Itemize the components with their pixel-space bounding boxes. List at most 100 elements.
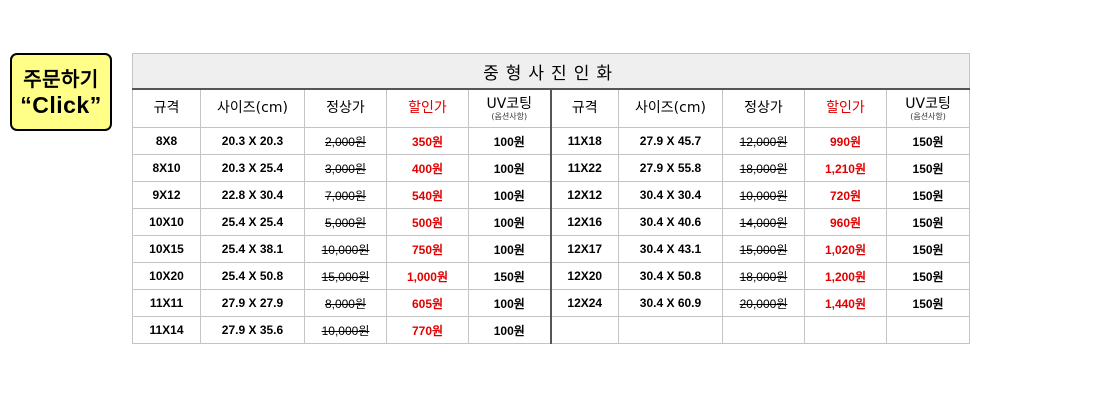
regular-price-cell: 14,000원 bbox=[722, 208, 805, 236]
sale-price-cell: 960원 bbox=[804, 208, 887, 236]
uv-price-cell: 100원 bbox=[468, 154, 552, 182]
empty-cell bbox=[722, 316, 805, 344]
spec-cell: 8X8 bbox=[132, 127, 201, 155]
spec-cell: 12X20 bbox=[550, 262, 619, 290]
uv-price-cell: 100원 bbox=[468, 316, 552, 344]
uv-price-cell: 150원 bbox=[885, 208, 971, 236]
table-row: 10X20 25.4 X 50.8 15,000원 1,000원 150원 12… bbox=[132, 262, 971, 290]
size-cell: 25.4 X 25.4 bbox=[200, 208, 305, 236]
empty-cell bbox=[550, 316, 619, 344]
uv-price-cell: 150원 bbox=[885, 262, 971, 290]
uv-price-cell: 100원 bbox=[468, 235, 552, 263]
regular-price: 7,000원 bbox=[324, 188, 367, 203]
spec-cell: 11X22 bbox=[550, 154, 619, 182]
header-size-cm: 사이즈(cm) bbox=[200, 88, 305, 128]
regular-price-cell: 10,000원 bbox=[304, 235, 387, 263]
header-size-cm: 사이즈(cm) bbox=[618, 88, 723, 128]
spec-cell: 12X12 bbox=[550, 181, 619, 209]
uv-coating-label: UV코팅 bbox=[905, 95, 951, 112]
spec-cell: 12X17 bbox=[550, 235, 619, 263]
size-cell: 30.4 X 40.6 bbox=[618, 208, 723, 236]
regular-price: 10,000원 bbox=[321, 242, 370, 257]
size-cell: 25.4 X 50.8 bbox=[200, 262, 305, 290]
table-title: 중형사진인화 bbox=[131, 53, 971, 90]
size-cell: 25.4 X 38.1 bbox=[200, 235, 305, 263]
size-cell: 30.4 X 60.9 bbox=[618, 289, 723, 317]
empty-cell bbox=[618, 316, 723, 344]
header-regular-price: 정상가 bbox=[304, 88, 387, 128]
regular-price: 14,000원 bbox=[739, 215, 788, 230]
spec-cell: 10X10 bbox=[132, 208, 201, 236]
header-spec: 규격 bbox=[550, 88, 619, 128]
sale-price-cell: 605원 bbox=[386, 289, 469, 317]
spec-cell: 11X14 bbox=[132, 316, 201, 344]
regular-price: 3,000원 bbox=[324, 161, 367, 176]
size-cell: 27.9 X 27.9 bbox=[200, 289, 305, 317]
uv-option-note: (옵션사항) bbox=[491, 111, 528, 121]
size-cell: 20.3 X 20.3 bbox=[200, 127, 305, 155]
regular-price: 12,000원 bbox=[739, 134, 788, 149]
sale-price-cell: 1,210원 bbox=[804, 154, 887, 182]
uv-option-note: (옵션사항) bbox=[910, 111, 946, 121]
regular-price-cell: 10,000원 bbox=[304, 316, 387, 344]
table-row: 10X10 25.4 X 25.4 5,000원 500원 100원 12X16… bbox=[132, 208, 971, 236]
uv-price-cell: 150원 bbox=[885, 289, 971, 317]
regular-price-cell: 15,000원 bbox=[722, 235, 805, 263]
sale-price-cell: 500원 bbox=[386, 208, 469, 236]
regular-price-cell: 7,000원 bbox=[304, 181, 387, 209]
regular-price: 2,000원 bbox=[324, 134, 367, 149]
spec-cell: 12X16 bbox=[550, 208, 619, 236]
regular-price-cell: 18,000원 bbox=[722, 154, 805, 182]
spec-cell: 11X18 bbox=[550, 127, 619, 155]
header-sale-price: 할인가 bbox=[804, 88, 887, 128]
table-row: 9X12 22.8 X 30.4 7,000원 540원 100원 12X12 … bbox=[132, 181, 971, 209]
spec-cell: 12X24 bbox=[550, 289, 619, 317]
uv-price-cell: 150원 bbox=[885, 154, 971, 182]
empty-cell bbox=[885, 316, 971, 344]
regular-price: 15,000원 bbox=[321, 269, 370, 284]
table-row: 8X8 20.3 X 20.3 2,000원 350원 100원 11X18 2… bbox=[132, 127, 971, 155]
sale-price-cell: 1,000원 bbox=[386, 262, 469, 290]
size-cell: 30.4 X 30.4 bbox=[618, 181, 723, 209]
sale-price-cell: 1,020원 bbox=[804, 235, 887, 263]
sale-price-cell: 1,200원 bbox=[804, 262, 887, 290]
regular-price: 15,000원 bbox=[739, 242, 788, 257]
regular-price: 5,000원 bbox=[324, 215, 367, 230]
regular-price: 10,000원 bbox=[739, 188, 788, 203]
regular-price-cell: 20,000원 bbox=[722, 289, 805, 317]
uv-price-cell: 150원 bbox=[885, 181, 971, 209]
header-regular-price: 정상가 bbox=[722, 88, 805, 128]
order-click-button[interactable]: 주문하기 “Click” bbox=[10, 53, 112, 131]
sale-price-cell: 720원 bbox=[804, 181, 887, 209]
sale-price-cell: 770원 bbox=[386, 316, 469, 344]
regular-price: 18,000원 bbox=[739, 161, 788, 176]
uv-price-cell: 100원 bbox=[468, 181, 552, 209]
size-cell: 30.4 X 50.8 bbox=[618, 262, 723, 290]
regular-price-cell: 3,000원 bbox=[304, 154, 387, 182]
table-row: 8X10 20.3 X 25.4 3,000원 400원 100원 11X22 … bbox=[132, 154, 971, 182]
size-cell: 27.9 X 45.7 bbox=[618, 127, 723, 155]
uv-price-cell: 100원 bbox=[468, 289, 552, 317]
header-sale-price: 할인가 bbox=[386, 88, 469, 128]
header-uv-coating: UV코팅 (옵션사항) bbox=[468, 88, 552, 128]
size-cell: 22.8 X 30.4 bbox=[200, 181, 305, 209]
table-row: 11X14 27.9 X 35.6 10,000원 770원 100원 bbox=[132, 316, 971, 344]
uv-price-cell: 150원 bbox=[885, 235, 971, 263]
sale-price-cell: 400원 bbox=[386, 154, 469, 182]
regular-price-cell: 8,000원 bbox=[304, 289, 387, 317]
table-row: 10X15 25.4 X 38.1 10,000원 750원 100원 12X1… bbox=[132, 235, 971, 263]
regular-price: 8,000원 bbox=[324, 296, 367, 311]
uv-price-cell: 150원 bbox=[468, 262, 552, 290]
spec-cell: 10X15 bbox=[132, 235, 201, 263]
spec-cell: 10X20 bbox=[132, 262, 201, 290]
sale-price-cell: 350원 bbox=[386, 127, 469, 155]
sale-price-cell: 540원 bbox=[386, 181, 469, 209]
spec-cell: 8X10 bbox=[132, 154, 201, 182]
spec-cell: 11X11 bbox=[132, 289, 201, 317]
sale-price-cell: 990원 bbox=[804, 127, 887, 155]
order-button-label: 주문하기 bbox=[23, 67, 99, 91]
size-cell: 20.3 X 25.4 bbox=[200, 154, 305, 182]
uv-price-cell: 100원 bbox=[468, 127, 552, 155]
price-table: 중형사진인화 규격 사이즈(cm) 정상가 할인가 UV코팅 (옵션사항) 규격… bbox=[131, 53, 971, 344]
empty-cell bbox=[804, 316, 887, 344]
